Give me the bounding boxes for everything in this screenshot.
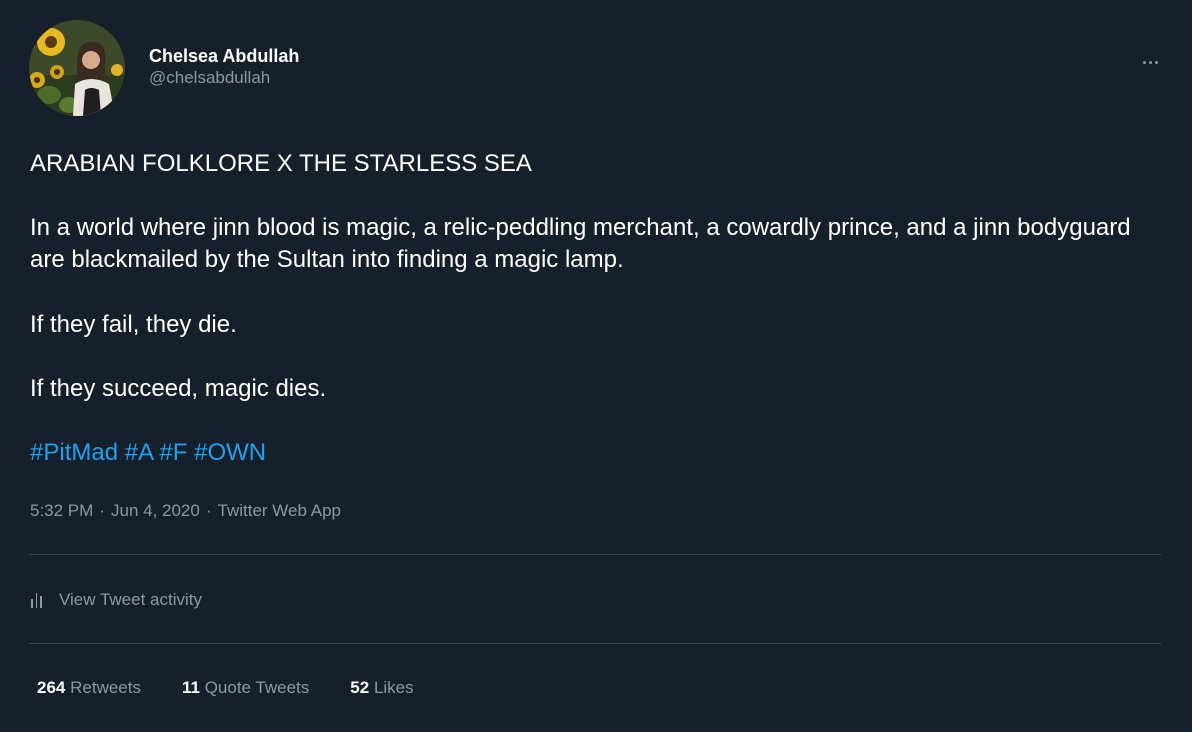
avatar[interactable] [29,20,125,116]
hashtag-link[interactable]: #PitMad [30,439,118,466]
tweet-header: Chelsea Abdullah @chelsabdullah [29,20,1164,116]
author-display-name[interactable]: Chelsea Abdullah [149,45,299,67]
retweets-stat[interactable]: 264 Retweets [37,677,141,699]
bar-chart-icon [31,592,47,608]
quote-tweets-label: Quote Tweets [204,678,310,697]
tweet-meta: 5:32 PM · Jun 4, 2020 · Twitter Web App [30,500,341,522]
author-names: Chelsea Abdullah @chelsabdullah [149,45,299,89]
tweet-time[interactable]: 5:32 PM [30,501,93,520]
likes-stat[interactable]: 52 Likes [350,677,413,699]
view-tweet-activity-button[interactable]: View Tweet activity [31,588,202,612]
divider [29,554,1161,555]
tweet-paragraph: In a world where jinn blood is magic, a … [30,214,1131,273]
ellipsis-icon[interactable] [1136,50,1164,74]
tweet-stats: 264 Retweets 11 Quote Tweets 52 Likes [37,677,455,699]
view-tweet-activity-label: View Tweet activity [59,590,202,609]
likes-count: 52 [350,678,370,697]
hashtag-list: #PitMad #A #F #OWN [30,437,266,469]
separator: · [99,501,105,520]
divider [29,643,1161,644]
hashtag-link[interactable]: #A [125,439,153,466]
likes-label: Likes [373,678,414,697]
hashtag-link[interactable]: #OWN [194,439,266,466]
quote-tweets-count: 11 [181,678,200,697]
quote-tweets-stat[interactable]: 11 Quote Tweets [182,677,309,699]
tweet-date[interactable]: Jun 4, 2020 [111,501,200,520]
retweets-label: Retweets [70,678,141,697]
profile-photo-icon [29,20,125,116]
hashtag-link[interactable]: #F [159,439,187,466]
tweet-paragraph: If they succeed, magic dies. [30,375,327,402]
author-handle[interactable]: @chelsabdullah [149,67,299,89]
tweet-paragraph: If they fail, they die. [30,311,237,338]
separator: · [205,501,212,520]
retweets-count: 264 [37,678,66,697]
tweet-title-line: ARABIAN FOLKLORE X THE STARLESS SEA [30,150,532,177]
tweet-detail: Chelsea Abdullah @chelsabdullah ARABIAN … [0,0,1192,732]
tweet-source[interactable]: Twitter Web App [218,501,341,520]
